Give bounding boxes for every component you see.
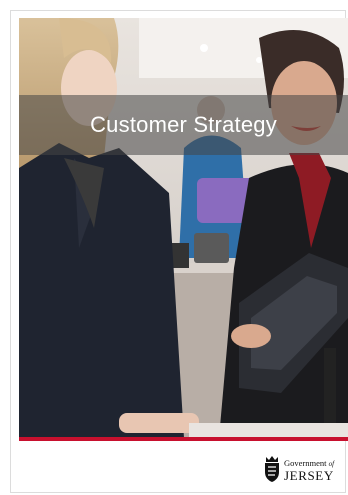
cover-photo-illustration (19, 18, 348, 438)
accent-rule (19, 437, 348, 441)
government-of-jersey-logo: Government of JERSEY (262, 455, 342, 485)
logo-text-jersey: JERSEY (284, 468, 334, 483)
crest-icon (265, 456, 279, 482)
logo-of-word: of (328, 460, 335, 468)
cover-title: Customer Strategy (90, 112, 277, 137)
cover-photo (19, 18, 348, 438)
logo-government-word: Government (284, 458, 327, 468)
title-band: Customer Strategy (19, 95, 348, 155)
logo-text-government: Government of (284, 458, 334, 468)
document-cover: Customer Strategy Government of JERSEY (0, 0, 348, 495)
